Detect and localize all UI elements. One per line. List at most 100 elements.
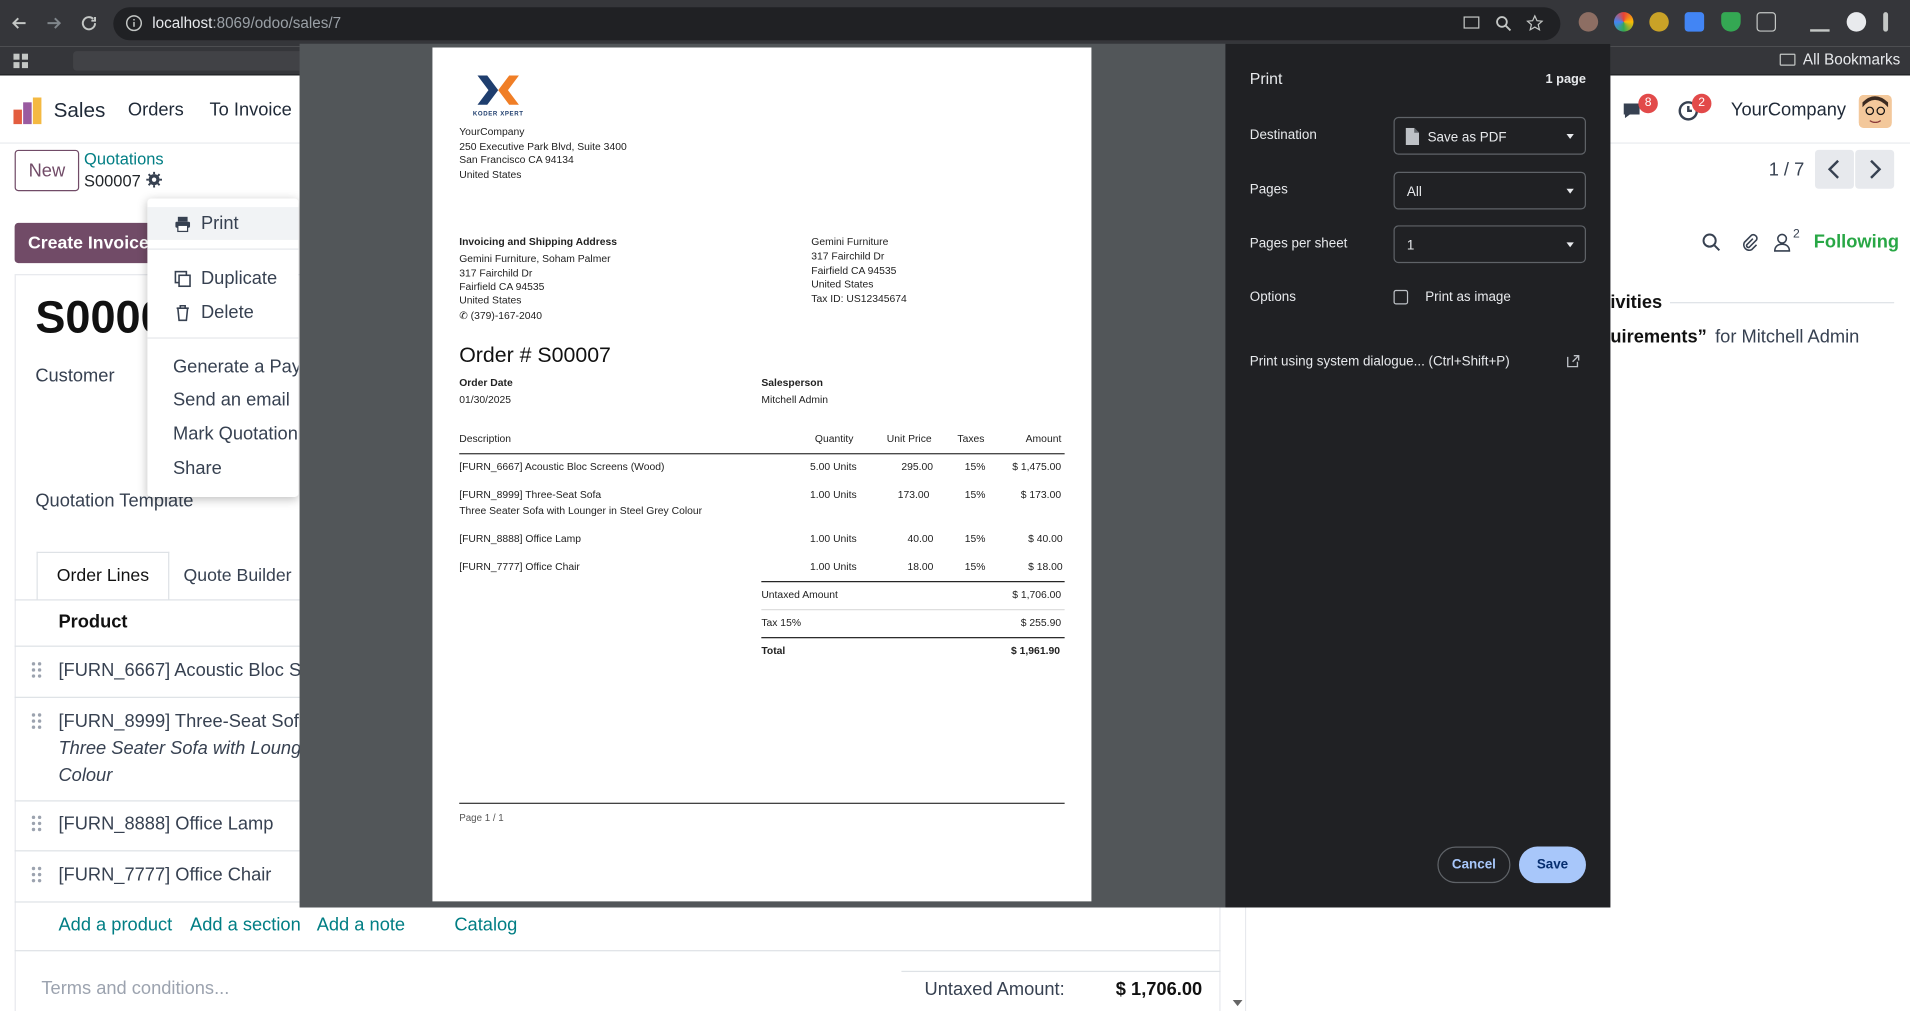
doc-untaxed-value: $ 1,706.00 bbox=[1012, 588, 1062, 601]
destination-select[interactable]: Save as PDF bbox=[1393, 116, 1586, 155]
terms-and-conditions-field[interactable]: Terms and conditions... bbox=[41, 978, 229, 999]
followers-count: 2 bbox=[1793, 227, 1800, 242]
zoom-icon[interactable] bbox=[1495, 15, 1512, 32]
partner-line: United States bbox=[811, 277, 874, 290]
row-divider bbox=[14, 800, 300, 802]
open-external-icon[interactable] bbox=[1566, 354, 1580, 368]
pages-select[interactable]: All bbox=[1393, 171, 1586, 210]
add-section-link[interactable]: Add a section bbox=[190, 915, 301, 936]
new-button[interactable]: New bbox=[14, 149, 80, 192]
forward-icon[interactable] bbox=[41, 11, 65, 35]
search-icon[interactable] bbox=[1702, 233, 1721, 252]
add-product-link[interactable]: Add a product bbox=[58, 915, 172, 936]
company-switcher[interactable]: YourCompany bbox=[1731, 100, 1846, 121]
cast-icon[interactable] bbox=[1463, 15, 1480, 32]
app-name[interactable]: Sales bbox=[54, 99, 106, 123]
profile-icon[interactable] bbox=[1846, 12, 1867, 32]
order-line-product[interactable]: [FURN_8999] Three-Seat Sofa bbox=[58, 711, 309, 732]
pager-value[interactable]: 1 / 7 bbox=[1769, 160, 1805, 181]
pager-next[interactable] bbox=[1855, 149, 1895, 189]
print-preview-page: KODER XPERT YourCompany 250 Executive Pa… bbox=[432, 47, 1092, 902]
extension-hat-icon[interactable] bbox=[1578, 12, 1599, 32]
order-line-product[interactable]: [FURN_6667] Acoustic Bloc Scr bbox=[58, 660, 316, 681]
browser-toolbar: localhost:8069/odoo/sales/7 bbox=[0, 0, 1910, 47]
shield-extension-icon[interactable] bbox=[1721, 12, 1741, 32]
customer-label: Customer bbox=[35, 365, 115, 387]
bookmark-star-icon[interactable] bbox=[1526, 14, 1544, 32]
order-line-product[interactable]: [FURN_7777] Office Chair bbox=[58, 865, 271, 886]
col-unit-price: Unit Price bbox=[886, 432, 932, 445]
scroll-down-icon[interactable] bbox=[1232, 1000, 1243, 1007]
totals-rule bbox=[761, 581, 1065, 583]
followers-icon[interactable] bbox=[1773, 233, 1791, 252]
dropdown-print-label: Print bbox=[200, 213, 239, 234]
url-path: :8069/odoo/sales/7 bbox=[212, 14, 342, 32]
all-bookmarks[interactable]: All Bookmarks bbox=[1779, 51, 1900, 68]
translate-icon[interactable] bbox=[1684, 12, 1705, 32]
company-address: United States bbox=[459, 168, 522, 181]
dropdown-generate-payment[interactable]: Generate a Paym bbox=[147, 351, 298, 384]
extension-face-icon[interactable] bbox=[1649, 12, 1669, 32]
folder-icon bbox=[1779, 53, 1796, 66]
dropdown-print[interactable]: Print bbox=[147, 207, 299, 240]
doc-total-value: $ 1,961.90 bbox=[1011, 644, 1060, 657]
gear-icon[interactable] bbox=[146, 171, 163, 188]
dropdown-send-email[interactable]: Send an email bbox=[147, 384, 298, 417]
header-divider bbox=[14, 645, 300, 647]
page-scrollbar[interactable] bbox=[1229, 907, 1245, 1011]
save-button[interactable]: Save bbox=[1518, 846, 1586, 884]
doc-tax-value: $ 255.90 bbox=[1020, 616, 1062, 629]
extension-color-icon[interactable] bbox=[1613, 12, 1634, 32]
page-count: 1 page bbox=[1545, 71, 1586, 87]
print-as-image-checkbox[interactable] bbox=[1393, 289, 1409, 305]
drag-handle-icon[interactable] bbox=[30, 713, 42, 730]
doc-row-description: [FURN_6667] Acoustic Bloc Screens (Wood) bbox=[459, 460, 665, 473]
address-line: United States bbox=[459, 293, 522, 306]
breadcrumb-quotations[interactable]: Quotations bbox=[84, 150, 164, 168]
apps-grid-icon[interactable] bbox=[13, 53, 29, 69]
menu-orders[interactable]: Orders bbox=[128, 100, 184, 121]
browser-menu-icon[interactable] bbox=[1883, 12, 1889, 32]
drag-handle-icon[interactable] bbox=[30, 661, 42, 678]
dropdown-delete[interactable]: Delete bbox=[147, 296, 298, 329]
order-date: 01/30/2025 bbox=[459, 393, 512, 406]
site-info-icon[interactable] bbox=[125, 15, 143, 32]
dropdown-share[interactable]: Share bbox=[147, 452, 298, 485]
download-icon[interactable] bbox=[1810, 12, 1830, 32]
address-bar[interactable]: localhost:8069/odoo/sales/7 bbox=[113, 7, 1561, 41]
extensions-puzzle-icon[interactable] bbox=[1756, 12, 1777, 32]
dropdown-mark-quotation[interactable]: Mark Quotation bbox=[147, 418, 298, 451]
doc-row-amount: $ 40.00 bbox=[1028, 532, 1063, 545]
menu-to-invoice[interactable]: To Invoice bbox=[210, 100, 292, 121]
reload-icon[interactable] bbox=[77, 11, 101, 35]
dropdown-duplicate[interactable]: Duplicate bbox=[147, 262, 298, 295]
tab-order-lines[interactable]: Order Lines bbox=[36, 551, 170, 601]
address-title: Invoicing and Shipping Address bbox=[459, 235, 618, 248]
system-dialog-link[interactable]: Print using system dialogue... (Ctrl+Shi… bbox=[1250, 354, 1510, 369]
following-button[interactable]: Following bbox=[1814, 231, 1899, 252]
doc-total-label: Total bbox=[761, 644, 786, 657]
drag-handle-icon[interactable] bbox=[30, 866, 42, 883]
attachment-icon[interactable] bbox=[1739, 233, 1758, 252]
pages-per-sheet-select[interactable]: 1 bbox=[1393, 225, 1586, 264]
order-date-label: Order Date bbox=[459, 376, 513, 389]
doc-row-price: 18.00 bbox=[907, 560, 934, 573]
create-invoice-button[interactable]: Create Invoice bbox=[14, 222, 150, 264]
partner-line: 317 Fairchild Dr bbox=[811, 249, 885, 262]
order-line-product[interactable]: [FURN_8888] Office Lamp bbox=[58, 814, 273, 835]
screen: localhost:8069/odoo/sales/7 All Bookmark… bbox=[0, 0, 1910, 1011]
sales-app-icon[interactable] bbox=[13, 97, 42, 125]
doc-row-tax: 15% bbox=[964, 488, 986, 501]
pager-previous[interactable] bbox=[1814, 149, 1854, 189]
pages-per-sheet-value: 1 bbox=[1406, 238, 1415, 254]
back-icon[interactable] bbox=[7, 11, 31, 35]
add-note-link[interactable]: Add a note bbox=[317, 915, 405, 936]
company-logo: KODER XPERT bbox=[473, 73, 524, 118]
avatar[interactable] bbox=[1858, 95, 1892, 128]
drag-handle-icon[interactable] bbox=[30, 815, 42, 832]
tab-quote-builder[interactable]: Quote Builder bbox=[171, 552, 305, 601]
doc-row-amount: $ 18.00 bbox=[1028, 560, 1063, 573]
catalog-link[interactable]: Catalog bbox=[454, 915, 517, 936]
order-title: Order # S00007 bbox=[459, 342, 611, 367]
cancel-button[interactable]: Cancel bbox=[1437, 846, 1511, 884]
